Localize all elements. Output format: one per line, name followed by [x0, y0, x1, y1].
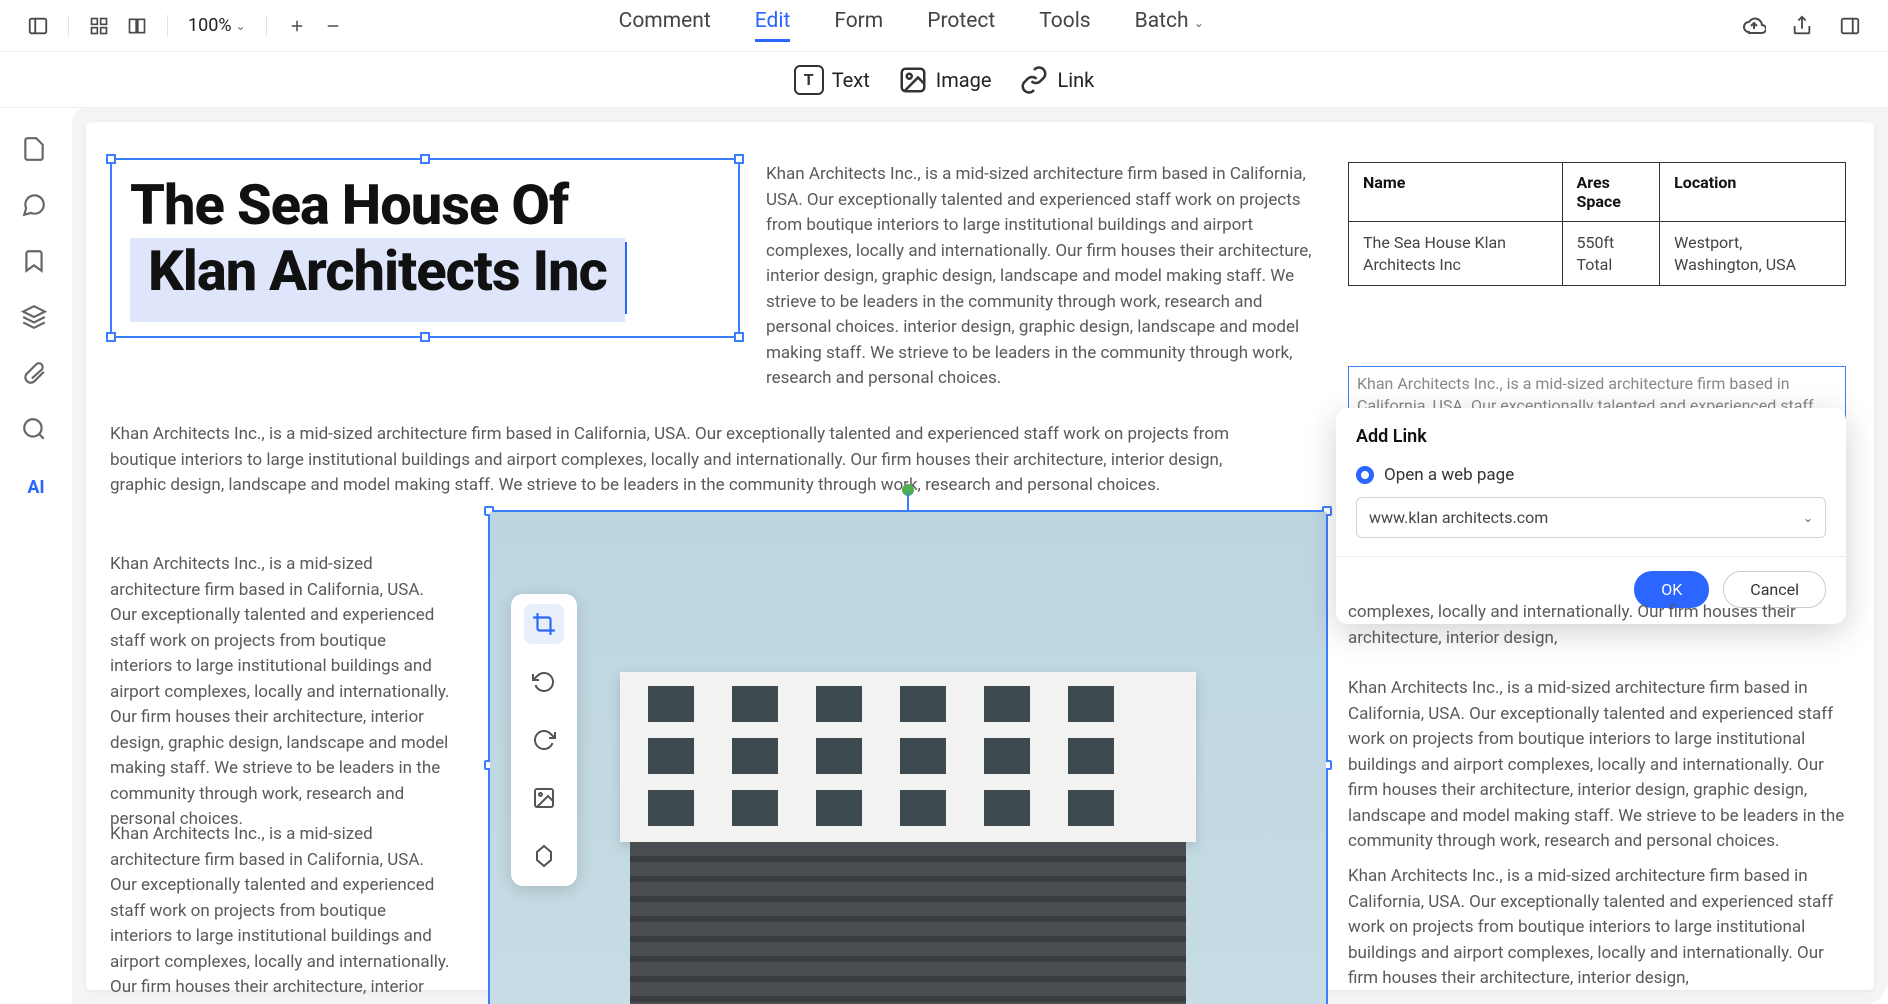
selected-image[interactable] — [488, 510, 1328, 1004]
share-icon[interactable] — [1788, 12, 1816, 40]
tab-protect[interactable]: Protect — [927, 9, 995, 42]
table-cell-location: Westport, Washington, USA — [1660, 222, 1846, 286]
right-panel-icon[interactable] — [1836, 12, 1864, 40]
table-header-name: Name — [1349, 163, 1563, 222]
edit-text-button[interactable]: TText — [794, 65, 870, 95]
page-thumbnails-icon[interactable] — [21, 136, 51, 166]
tab-comment[interactable]: Comment — [619, 9, 711, 42]
paragraph-right-2: Khan Architects Inc., is a mid-sized arc… — [1348, 676, 1846, 855]
paragraph-top-right: Khan Architects Inc., is a mid-sized arc… — [766, 162, 1326, 392]
link-url-input[interactable]: www.klan architects.com⌄ — [1356, 497, 1826, 538]
bookmark-icon[interactable] — [21, 248, 51, 278]
title-line-2: Klan Architects Inc — [130, 238, 625, 322]
zoom-level[interactable]: 100%⌄ — [184, 15, 250, 36]
page-canvas[interactable]: The Sea House Of Klan Architects Inc Kha… — [72, 108, 1888, 1004]
search-icon[interactable] — [21, 416, 51, 446]
rotate-left-icon[interactable] — [524, 662, 564, 702]
paragraph-right-1: complexes, locally and internationally. … — [1348, 600, 1846, 651]
title-line-1: The Sea House Of — [112, 160, 738, 238]
grid-icon[interactable] — [85, 12, 113, 40]
table-cell-name: The Sea House Klan Architects Inc — [1349, 222, 1563, 286]
add-link-popup: Add Link Open a web page www.klan archit… — [1336, 408, 1846, 624]
image-edit-toolbar — [511, 594, 577, 886]
table-header-space: Ares Space — [1562, 163, 1660, 222]
popup-title: Add Link — [1336, 422, 1846, 461]
attachments-icon[interactable] — [21, 360, 51, 390]
edit-sub-toolbar: TText Image Link — [0, 52, 1888, 108]
top-toolbar: 100%⌄ Comment Edit Form Protect Tools Ba… — [0, 0, 1888, 52]
title-text-box[interactable]: The Sea House Of Klan Architects Inc — [110, 158, 740, 338]
paragraph-wide: Khan Architects Inc., is a mid-sized arc… — [110, 422, 1260, 499]
crop-icon[interactable] — [524, 604, 564, 644]
tab-edit[interactable]: Edit — [755, 9, 791, 42]
tab-batch[interactable]: Batch ⌄ — [1135, 9, 1204, 42]
popup-option-label: Open a web page — [1384, 465, 1514, 485]
table-cell-space: 550ft Total — [1562, 222, 1660, 286]
comments-icon[interactable] — [21, 192, 51, 222]
layers-icon[interactable] — [21, 304, 51, 334]
cloud-upload-icon[interactable] — [1740, 12, 1768, 40]
paragraph-left-1: Khan Architects Inc., is a mid-sized arc… — [110, 552, 450, 833]
table-header-location: Location — [1660, 163, 1846, 222]
architecture-image — [490, 512, 1326, 1004]
ai-icon[interactable]: AI — [21, 472, 51, 502]
main-tabs: Comment Edit Form Protect Tools Batch ⌄ — [619, 9, 1204, 42]
info-table: Name Ares Space Location The Sea House K… — [1348, 162, 1846, 286]
left-sidebar: AI — [0, 108, 72, 1004]
tab-form[interactable]: Form — [834, 9, 883, 42]
document-page: The Sea House Of Klan Architects Inc Kha… — [86, 122, 1874, 990]
paragraph-left-2: Khan Architects Inc., is a mid-sized arc… — [110, 822, 450, 1004]
panel-toggle-icon[interactable] — [24, 12, 52, 40]
radio-open-web-page[interactable] — [1356, 466, 1374, 484]
replace-image-icon[interactable] — [524, 778, 564, 818]
edit-image-button[interactable]: Image — [898, 65, 992, 95]
paragraph-right-3: Khan Architects Inc., is a mid-sized arc… — [1348, 864, 1846, 992]
edit-link-button[interactable]: Link — [1019, 65, 1094, 95]
extract-icon[interactable] — [524, 836, 564, 876]
tab-tools[interactable]: Tools — [1039, 9, 1090, 42]
two-page-icon[interactable] — [123, 12, 151, 40]
zoom-out-icon[interactable] — [319, 12, 347, 40]
rotate-right-icon[interactable] — [524, 720, 564, 760]
zoom-in-icon[interactable] — [283, 12, 311, 40]
